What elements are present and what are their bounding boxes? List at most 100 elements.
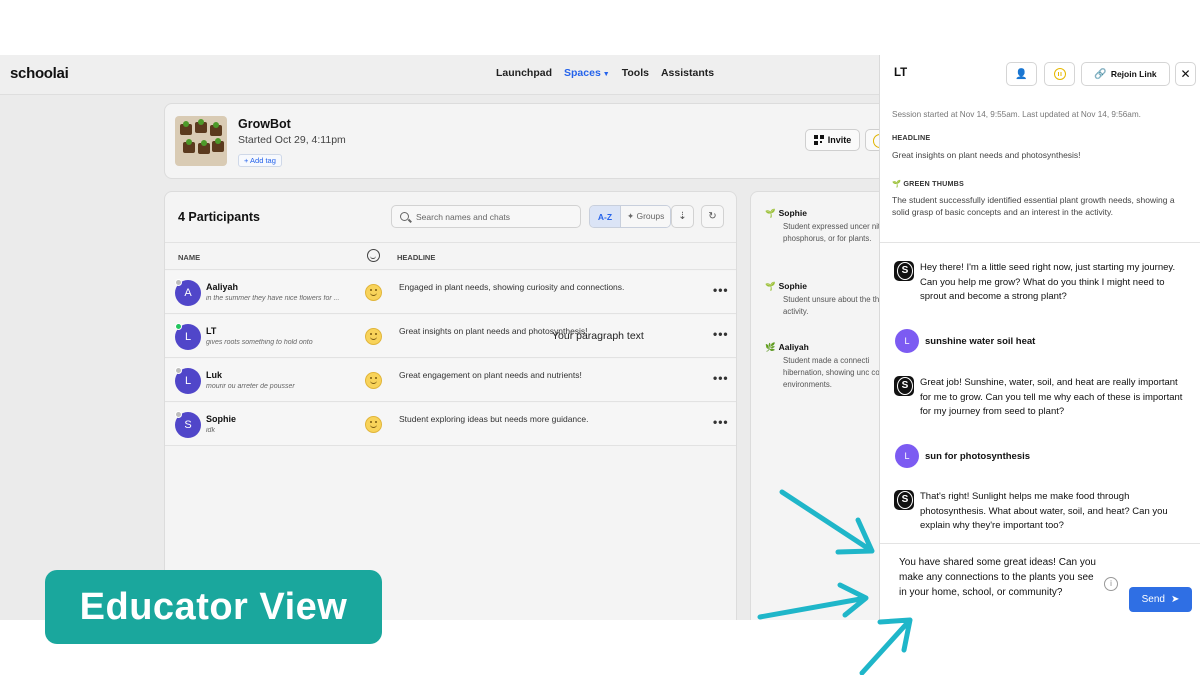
user-message: L sunshine water soil heat [894,329,1189,355]
status-dot [175,411,182,418]
mood-column-icon [367,249,380,262]
info-icon[interactable]: i [1104,577,1118,591]
sort-toggle: A-Z ✦ Groups [589,205,672,228]
groups-button[interactable]: ✦ Groups [620,206,671,227]
pause-icon [1053,68,1066,80]
bot-message: Great job! Sunshine, water, soil, and he… [894,376,1189,426]
category-label: 🌱 GREEN THUMBS [892,179,965,188]
bot-message: Hey there! I'm a little seed right now, … [894,261,1189,311]
activity-started: Started Oct 29, 4:11pm [238,134,346,146]
nav-spaces-label: Spaces [564,67,601,79]
bot-message: That's right! Sunlight helps me make foo… [894,490,1189,540]
sprout-icon: 🌱 [765,208,776,218]
message-input[interactable]: You have shared some great ideas! Can yo… [899,555,1099,600]
session-info: Session started at Nov 14, 9:55am. Last … [892,110,1141,119]
status-dot [175,323,182,330]
participant-name: LT [206,326,217,336]
herb-icon: 🌿 [765,342,776,352]
search-input[interactable] [416,210,576,224]
table-row[interactable]: L LT gives roots something to hold onto … [165,315,736,358]
nav-assistants[interactable]: Assistants [661,67,714,79]
sort-order-button[interactable]: ⇣ [671,205,694,228]
user-avatar: L [895,329,919,353]
category-text: The student successfully identified esse… [892,195,1175,217]
search-box[interactable] [391,205,581,228]
student-chat-panel: LT 👤 🔗 Rejoin Link ✕ Session started at … [879,55,1200,620]
send-button[interactable]: Send ➤ [1129,587,1192,612]
last-message: gives roots something to hold onto [206,339,313,346]
arrow-lower [859,617,913,675]
add-tag-button[interactable]: + Add tag [238,154,282,167]
rejoin-label: Rejoin Link [1110,69,1157,79]
refresh-button[interactable]: ↻ [701,205,724,228]
status-dot [175,279,182,286]
qr-code-icon [813,135,824,145]
schoolai-bot-icon [894,490,914,510]
smiley-icon [365,416,382,433]
chat-header: LT 👤 🔗 Rejoin Link ✕ [880,55,1200,95]
search-icon [400,212,409,221]
participant-name: Aaliyah [206,282,239,292]
table-row[interactable]: A Aaliyah in the summer they have nice f… [165,271,736,314]
sort-icon: ⇣ [678,211,687,222]
nav-launchpad[interactable]: Launchpad [496,67,552,79]
user-avatar: L [895,444,919,468]
app-window: schoolai Launchpad Spaces ▼ Tools Assista… [0,55,1200,620]
activity-title: GrowBot [238,117,291,131]
smiley-icon [365,284,382,301]
schoolai-logo[interactable]: schoolai [10,65,69,82]
summary-name: Sophie [778,208,807,218]
close-button[interactable]: ✕ [1175,62,1196,86]
person-remove-icon: 👤 [1015,68,1028,80]
divider [880,242,1200,243]
activity-header: GrowBot Started Oct 29, 4:11pm + Add tag… [164,103,904,179]
more-options-icon[interactable]: ••• [713,415,729,429]
participant-headline: Engaged in plant needs, showing curiosit… [399,282,625,292]
column-name[interactable]: NAME [178,253,200,262]
send-icon: ➤ [1170,594,1180,605]
last-message: mourir ou arreter de pousser [206,383,295,390]
nav-tools[interactable]: Tools [622,67,649,79]
table-row[interactable]: S Sophie idk Student exploring ideas but… [165,403,736,446]
sort-az-button[interactable]: A-Z [590,206,620,227]
last-message: idk [206,427,215,434]
summary-name: Sophie [778,281,807,291]
message-text: That's right! Sunlight helps me make foo… [920,491,1168,531]
message-composer[interactable]: You have shared some great ideas! Can yo… [880,543,1200,620]
user-message: L sun for photosynthesis [894,444,1189,470]
more-options-icon[interactable]: ••• [713,283,729,297]
column-headline: HEADLINE [397,253,436,262]
schoolai-bot-icon [894,261,914,281]
link-icon: 🔗 [1094,68,1107,80]
message-text: sun for photosynthesis [925,451,1031,462]
headline-label: HEADLINE [892,133,931,142]
send-label: Send [1141,594,1165,605]
participants-title: 4 Participants [178,210,260,224]
participant-headline: Great engagement on plant needs and nutr… [399,370,582,380]
participant-name: Sophie [206,414,237,424]
rejoin-link-button[interactable]: 🔗 Rejoin Link [1081,62,1170,86]
status-dot [175,367,182,374]
last-message: in the summer they have nice flowers for… [206,295,340,302]
refresh-icon: ↻ [708,211,717,222]
participants-panel: 4 Participants A-Z ✦ Groups ⇣ ↻ NAME HEA… [164,191,737,620]
summary-name: Aaliyah [778,342,809,352]
invite-label: Invite [827,135,852,145]
smiley-icon [365,328,382,345]
participant-name: Luk [206,370,223,380]
nav-links: Launchpad Spaces ▼ Tools Assistants [496,67,714,79]
pause-student-button[interactable] [1044,62,1075,86]
student-name: LT [894,67,908,79]
message-text: Great job! Sunshine, water, soil, and he… [920,377,1183,417]
remove-student-button[interactable]: 👤 [1006,62,1037,86]
more-options-icon[interactable]: ••• [713,327,729,341]
chevron-down-icon: ▼ [602,71,610,78]
table-header: NAME HEADLINE [165,242,736,270]
educator-view-badge: Educator View [45,570,382,644]
top-nav: schoolai Launchpad Spaces ▼ Tools Assista… [0,55,880,95]
table-row[interactable]: L Luk mourir ou arreter de pousser Great… [165,359,736,402]
message-text: sunshine water soil heat [925,336,1036,347]
nav-spaces[interactable]: Spaces ▼ [564,67,610,79]
more-options-icon[interactable]: ••• [713,371,729,385]
invite-button[interactable]: Invite [805,129,860,151]
